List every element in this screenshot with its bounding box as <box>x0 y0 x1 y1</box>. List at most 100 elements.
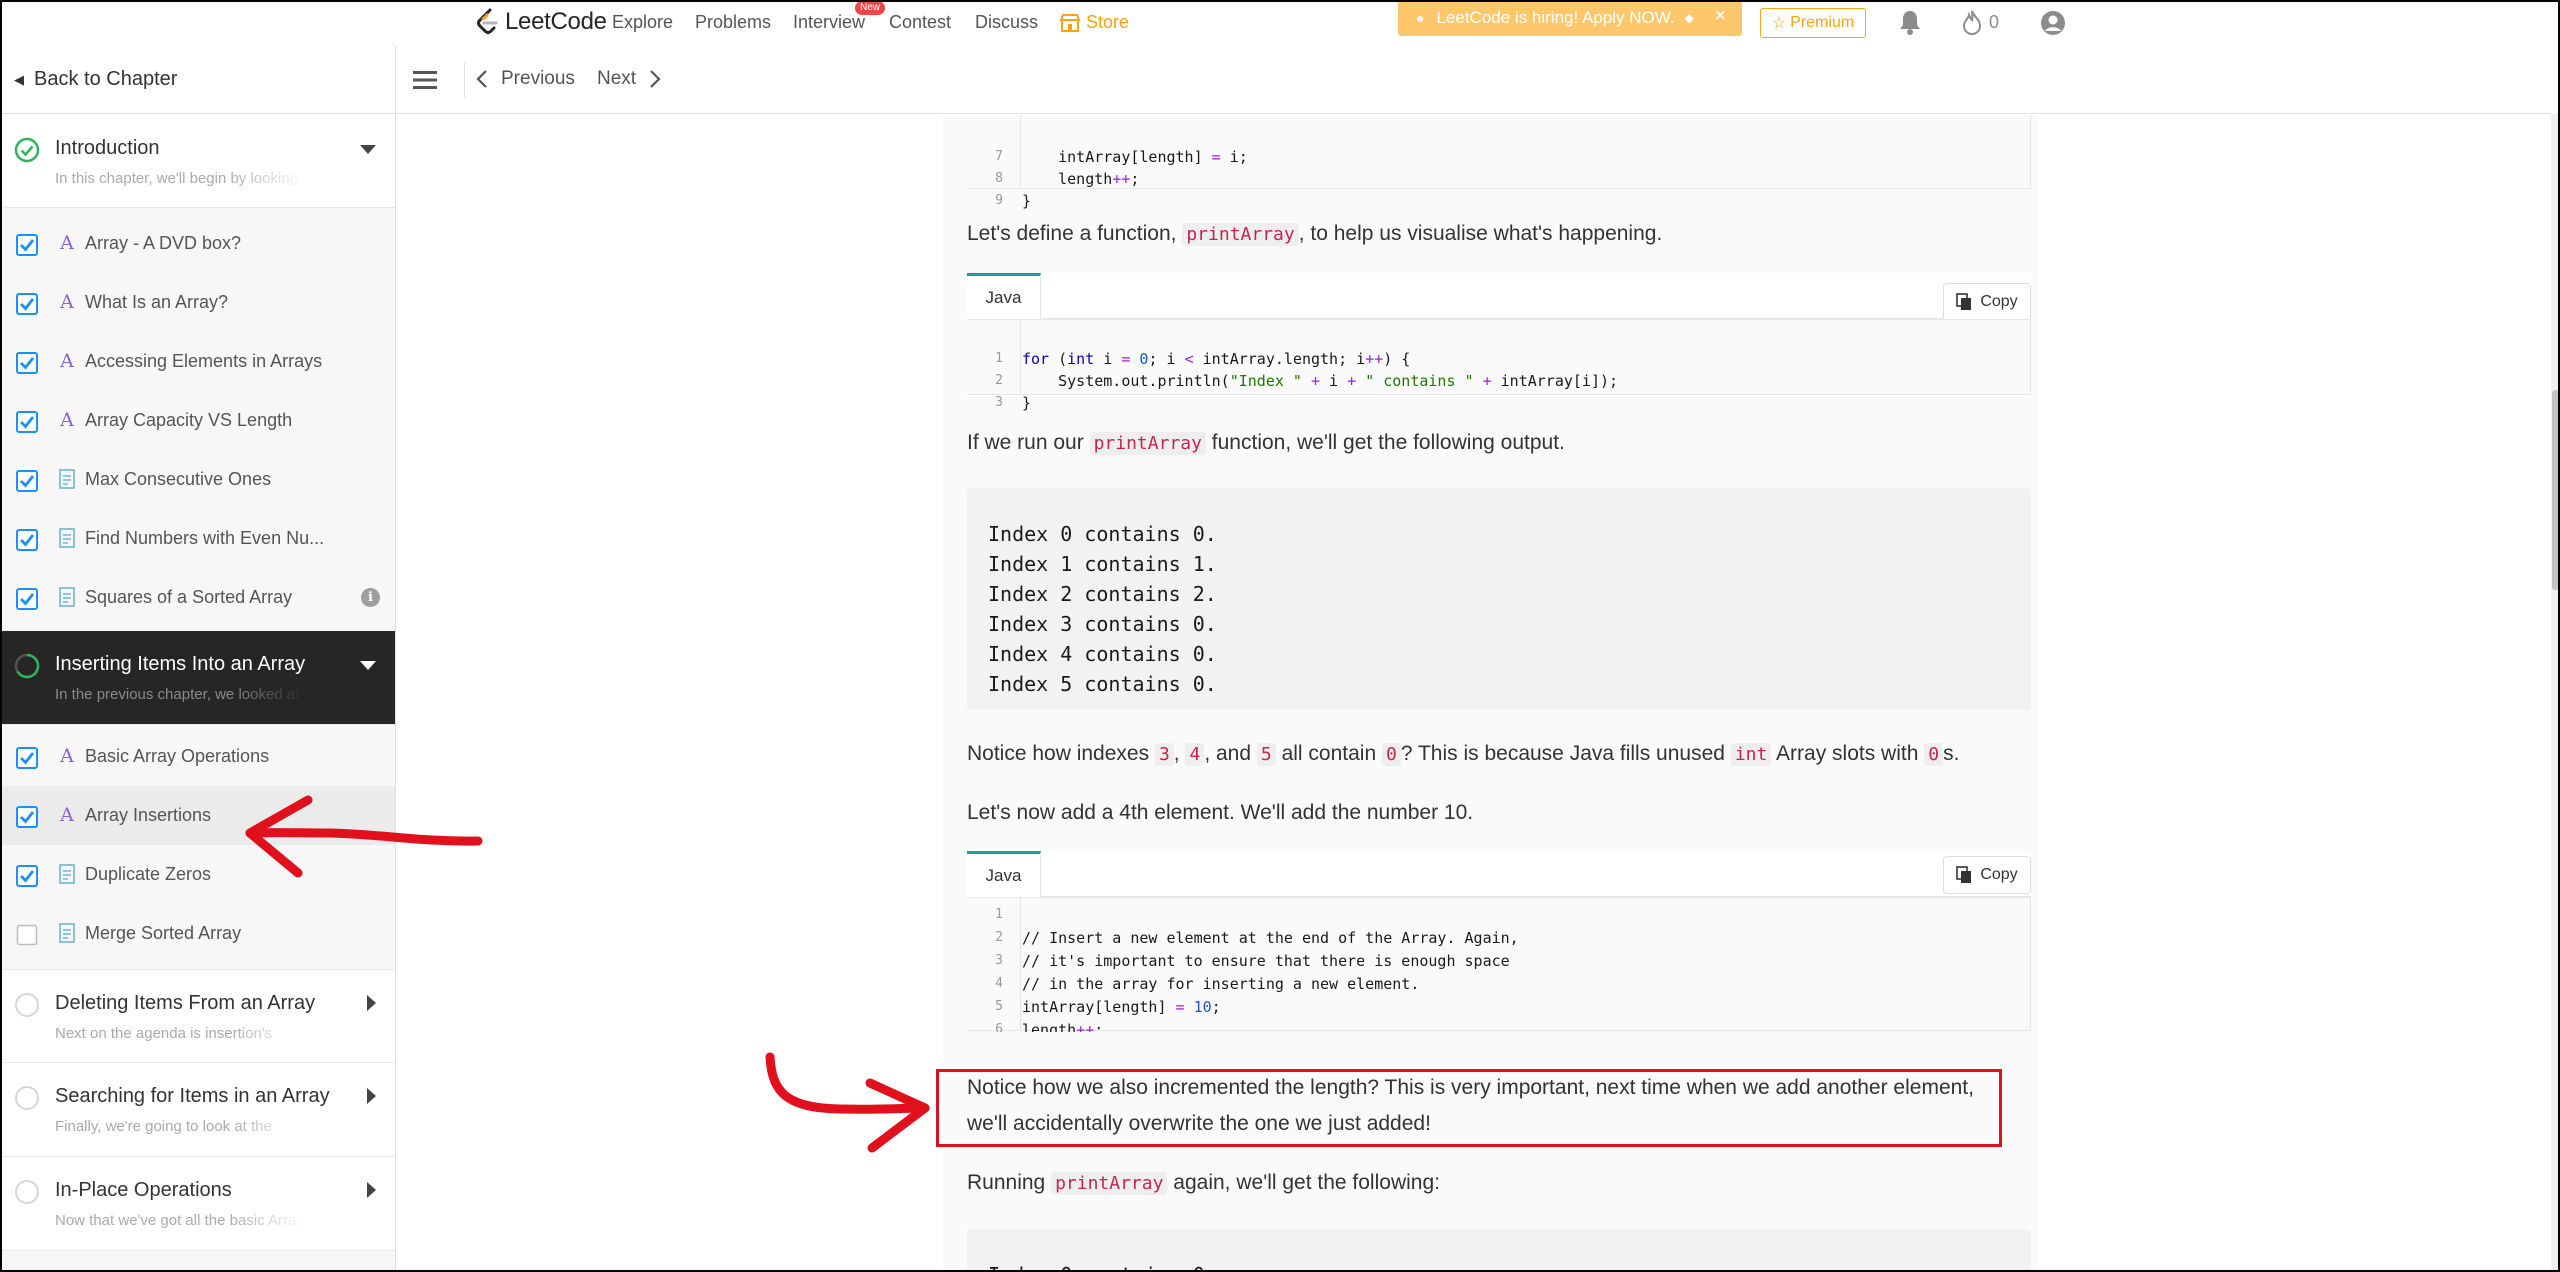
code-line: 3} <box>995 394 1032 412</box>
code-line: 3// it's important to ensure that there … <box>995 952 1510 970</box>
inline-code: printArray <box>1182 223 1299 246</box>
inline-code: printArray <box>1089 432 1206 455</box>
output-line: Index 3 contains 0. <box>988 612 1217 636</box>
inline-code: 0 <box>1924 743 1944 766</box>
leetcode-logo[interactable]: LeetCode <box>473 5 607 39</box>
chapter-subtitle: Next on the agenda is insertion's <box>55 1025 273 1042</box>
problem-icon <box>59 587 75 607</box>
code-area: 1 for (int i = 0; i < intArray.length; i+… <box>967 319 2031 412</box>
top-navbar: LeetCode Explore Problems Interview New … <box>0 0 2560 46</box>
info-icon[interactable]: i <box>361 588 380 607</box>
article-icon: A <box>60 291 74 313</box>
code-line: 1 for (int i = 0; i < intArray.length; i+… <box>995 350 1411 368</box>
output-block: Index 0 contains 0. Index 1 contains 1. … <box>967 488 2031 710</box>
copy-icon <box>1956 293 1972 310</box>
inline-code: 5 <box>1256 743 1276 766</box>
lesson-item[interactable]: A Basic Array Operations <box>0 727 395 786</box>
empty-circle-icon <box>15 1086 39 1110</box>
checkbox-checked-icon[interactable] <box>16 411 38 433</box>
lesson-name: Accessing Elements in Arrays <box>85 351 323 371</box>
caret-right-icon[interactable] <box>365 1181 377 1199</box>
lesson-item-current[interactable]: A Array Insertions <box>0 786 395 845</box>
chapter-title: Introduction <box>55 137 160 159</box>
nav-discuss[interactable]: Discuss <box>975 12 1038 33</box>
copy-button[interactable]: Copy <box>1943 283 2031 321</box>
user-avatar-icon[interactable] <box>2040 10 2066 41</box>
lesson-name: Max Consecutive Ones <box>85 469 272 489</box>
inline-code: printArray <box>1051 1172 1168 1195</box>
checkbox-checked-icon[interactable] <box>16 806 38 828</box>
highlighted-paragraph: Notice how we also incremented the lengt… <box>967 1076 1974 1135</box>
article-content-area[interactable]: 7 intArray[length] = i; 8 length++; 9} L… <box>397 115 2551 1272</box>
nav-interview[interactable]: Interview <box>793 12 865 33</box>
lesson-item[interactable]: A Accessing Elements in Arrays <box>0 332 395 391</box>
store-label: Store <box>1086 12 1130 32</box>
output-block: Index 0 contains 0. <box>967 1229 2031 1272</box>
checkbox-unchecked-icon[interactable] <box>16 924 38 946</box>
caret-down-icon[interactable] <box>359 143 377 155</box>
toolbar-divider <box>464 62 465 98</box>
previous-label: Previous <box>501 68 575 89</box>
paragraph: Let's now add a 4th element. We'll add t… <box>967 801 1474 824</box>
checkbox-checked-icon[interactable] <box>16 293 38 315</box>
lesson-name: Array Capacity VS Length <box>85 410 293 430</box>
lesson-name: Merge Sorted Array <box>85 923 242 943</box>
lesson-item[interactable]: Max Consecutive Ones <box>0 450 395 509</box>
nav-explore[interactable]: Explore <box>612 12 673 33</box>
code-line: 9} <box>995 192 1032 210</box>
lesson-item[interactable]: Duplicate Zeros <box>0 845 395 904</box>
problem-icon <box>59 528 75 548</box>
chapter-inserting-items[interactable]: Inserting Items Into an Array In the pre… <box>0 631 395 725</box>
tab-java[interactable]: Java <box>967 273 1041 319</box>
caret-down-icon[interactable] <box>359 659 377 671</box>
hamburger-menu-icon[interactable] <box>413 70 437 95</box>
output-line: Index 5 contains 0. <box>988 672 1217 696</box>
streak-counter[interactable]: 0 <box>1962 9 1999 35</box>
checkbox-checked-icon[interactable] <box>16 352 38 374</box>
code-block-java: Java Copy 1 2// Insert a new element at … <box>967 851 2031 1032</box>
tab-java[interactable]: Java <box>967 851 1041 897</box>
chapter-deleting-items[interactable]: Deleting Items From an Array Next on the… <box>0 969 395 1063</box>
premium-label: Premium <box>1790 14 1855 31</box>
chapter-searching-items[interactable]: Searching for Items in an Array Finally,… <box>0 1063 395 1157</box>
chapter-introduction[interactable]: Introduction In this chapter, we'll begi… <box>0 115 395 208</box>
star-icon: ☆ <box>1771 15 1787 32</box>
back-to-chapter-label: Back to Chapter <box>34 68 178 90</box>
checkbox-checked-icon[interactable] <box>16 234 38 256</box>
lesson-item[interactable]: Find Numbers with Even Nu... <box>0 509 395 568</box>
nav-problems[interactable]: Problems <box>695 12 771 33</box>
output-line: Index 4 contains 0. <box>988 642 1217 666</box>
lesson-item[interactable]: Merge Sorted Array <box>0 904 395 963</box>
checkbox-checked-icon[interactable] <box>16 529 38 551</box>
next-button[interactable]: Next <box>597 68 662 90</box>
nav-store[interactable]: Store <box>1060 12 1129 33</box>
output-line: Index 0 contains 0. <box>988 1263 1217 1272</box>
content-scrollbar[interactable] <box>2551 114 2560 1272</box>
chapter-in-place-operations[interactable]: In-Place Operations Now that we've got a… <box>0 1157 395 1251</box>
checkbox-checked-icon[interactable] <box>16 865 38 887</box>
caret-right-icon[interactable] <box>365 1087 377 1105</box>
logo-text: LeetCode <box>505 8 607 35</box>
lesson-item[interactable]: A What Is an Array? <box>0 273 395 332</box>
lesson-item[interactable]: Squares of a Sorted Array i <box>0 568 395 627</box>
checkbox-checked-icon[interactable] <box>16 747 38 769</box>
caret-right-icon[interactable] <box>365 994 377 1012</box>
notification-bell-icon[interactable] <box>1898 9 1922 40</box>
checkbox-checked-icon[interactable] <box>16 470 38 492</box>
lesson-list-inserting: A Basic Array Operations A Array Inserti… <box>0 727 395 963</box>
checkbox-checked-icon[interactable] <box>16 588 38 610</box>
scrollbar-thumb[interactable] <box>2552 390 2559 590</box>
lesson-item[interactable]: A Array Capacity VS Length <box>0 391 395 450</box>
back-to-chapter-button[interactable]: ◀ Back to Chapter <box>0 46 396 114</box>
nav-contest[interactable]: Contest <box>889 12 951 33</box>
close-icon[interactable]: × <box>1714 5 1726 28</box>
lesson-item[interactable]: A Array - A DVD box? <box>0 214 395 273</box>
previous-button[interactable]: Previous <box>475 68 575 90</box>
chapter-title: In-Place Operations <box>55 1179 232 1201</box>
premium-button[interactable]: ☆ Premium <box>1760 8 1866 38</box>
copy-button[interactable]: Copy <box>1943 856 2031 894</box>
hiring-banner[interactable]: ● LeetCode is hiring! Apply NOW. ◆ × <box>1398 0 1742 36</box>
code-line: 1 <box>995 907 1003 922</box>
lightbulb-icon: ● <box>1416 10 1425 26</box>
paragraph: Let's define a function, printArray, to … <box>967 222 1663 246</box>
